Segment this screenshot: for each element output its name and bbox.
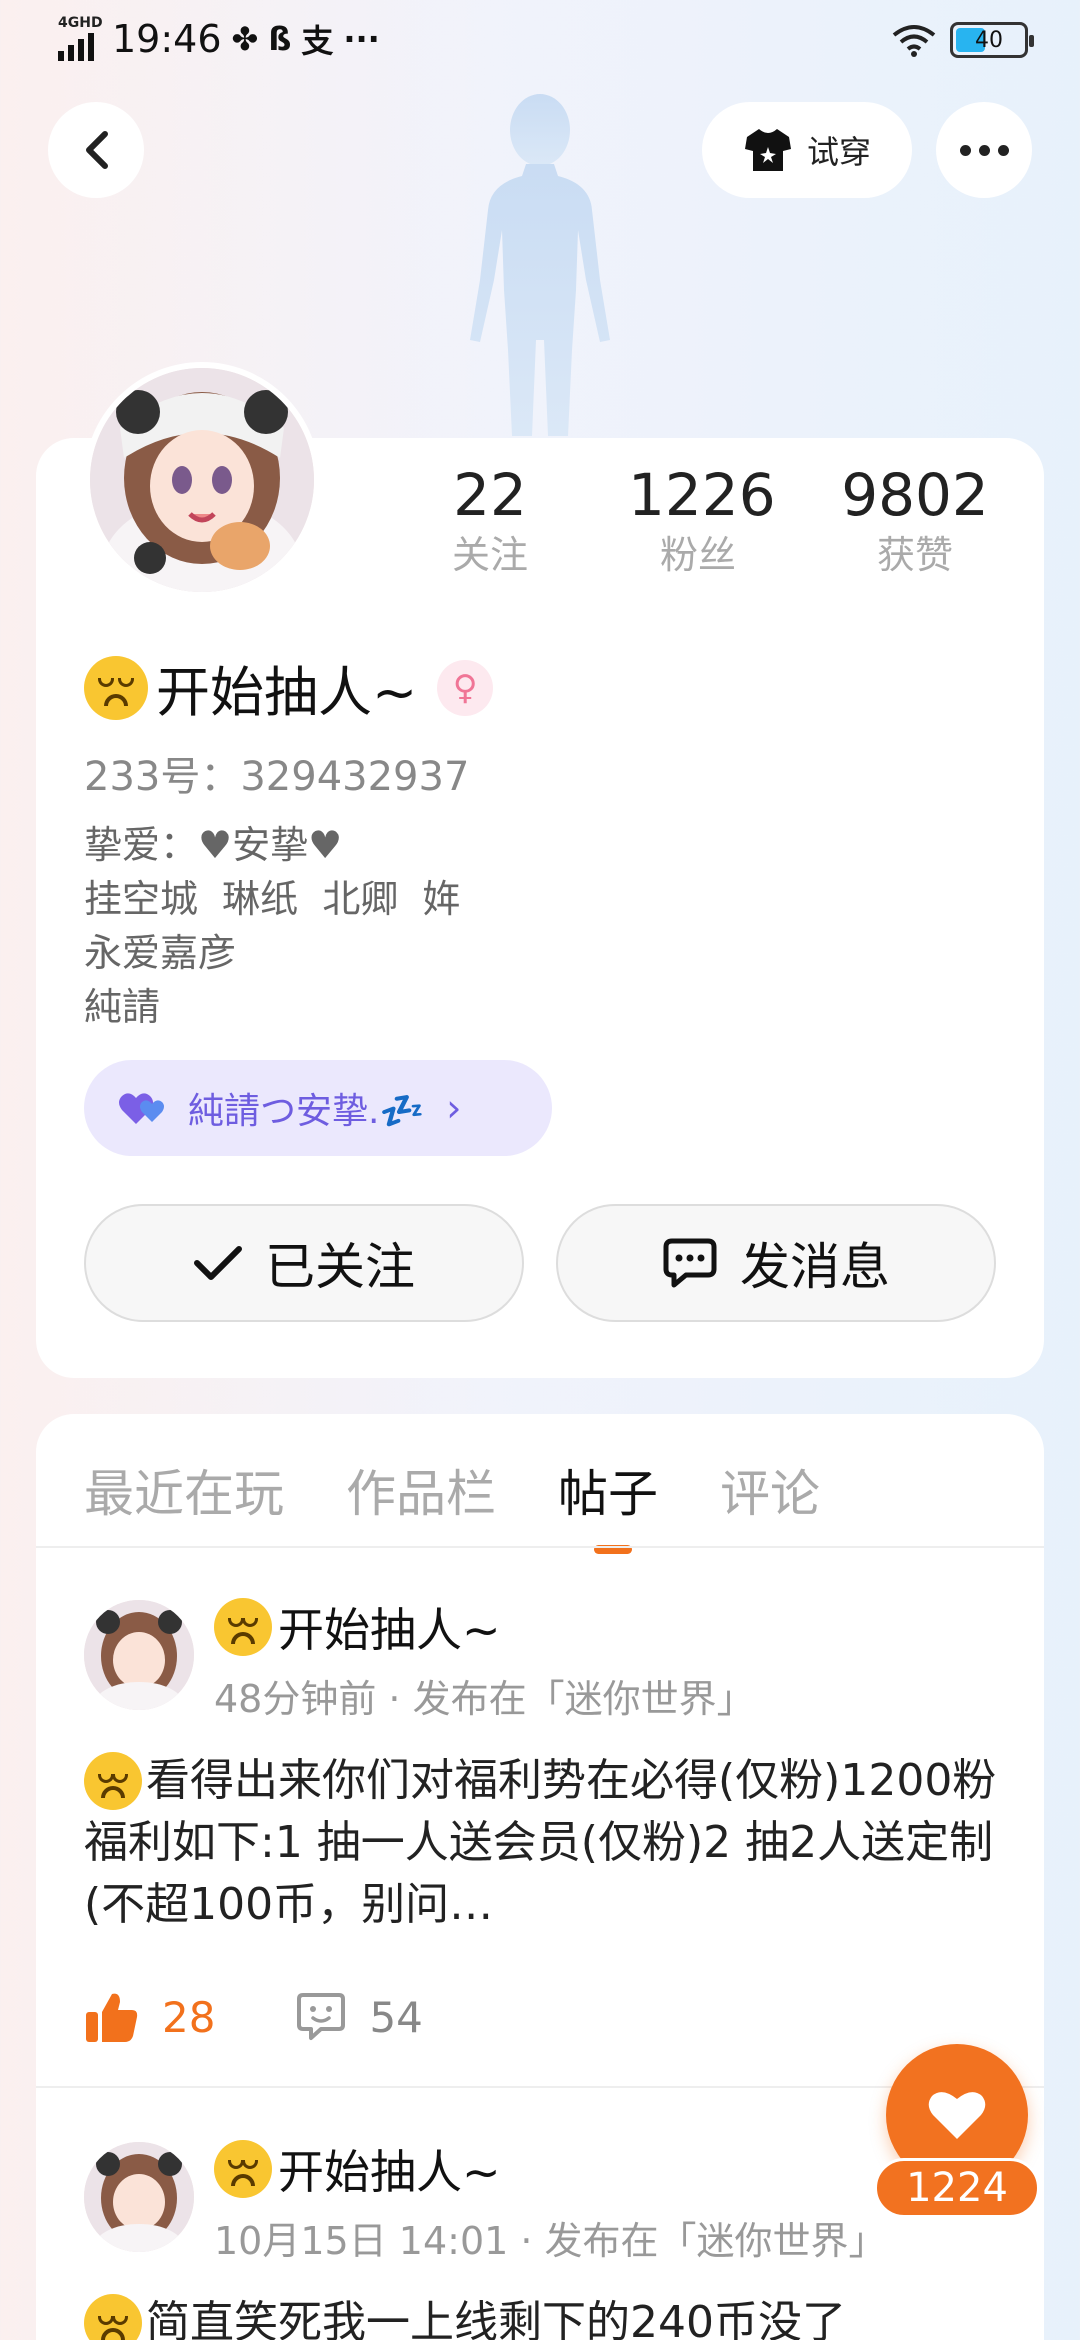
post-meta: 10月15日 14:01 · 发布在「迷你世界」 [214, 2219, 887, 2263]
back-button[interactable] [48, 102, 144, 198]
tab-recently-played[interactable]: 最近在玩 [84, 1454, 284, 1526]
send-message-button[interactable]: 发消息 [556, 1204, 996, 1322]
post-actions: 28 54 [84, 1990, 423, 2044]
status-bar: 4GHD 19:46 ✤ ß 支 ··· 40 [0, 0, 1080, 80]
followed-label: 已关注 [265, 1238, 415, 1296]
avatar-illustration [90, 368, 314, 592]
signal-icon [58, 33, 94, 61]
fan-chip-label: 純請つ安挚.💤 [188, 1091, 425, 1132]
name-row: 开始抽人~ ♀ [84, 648, 494, 727]
back-arrow-icon [86, 131, 108, 169]
female-gender-icon: ♀ [437, 659, 494, 716]
stat-following[interactable]: 22 关注 [420, 460, 560, 580]
app-notification-icon: ß [268, 20, 292, 58]
more-button[interactable] [936, 102, 1032, 198]
bio-line: 挂空城 琳纸 北卿 姩 [84, 877, 461, 921]
bio: 挚爱：♥安挚♥ 挂空城 琳纸 北卿 姩 永爱嘉彦 純請 [84, 818, 460, 1034]
stat-fans[interactable]: 1226 粉丝 [628, 460, 776, 580]
post-author[interactable]: 开始抽人~ [214, 1594, 501, 1660]
thumbs-up-icon[interactable] [84, 1990, 140, 2044]
send-message-label: 发消息 [740, 1238, 890, 1296]
upside-down-face-icon [214, 1598, 272, 1656]
post-author-avatar[interactable] [84, 1600, 194, 1710]
following-label: 关注 [451, 533, 528, 577]
more-notifications-icon: ··· [343, 20, 380, 58]
profile-avatar[interactable] [84, 362, 320, 598]
more-dots-icon [959, 144, 971, 156]
double-heart-icon [119, 1093, 164, 1124]
bio-line: 永爱嘉彦 [84, 931, 237, 975]
battery-icon: 40 [950, 22, 1034, 58]
pinwheel-icon: ✤ [231, 20, 259, 58]
profile-stats: 22 关注 1226 粉丝 9802 获赞 [420, 460, 1040, 580]
post-author-avatar[interactable] [84, 2142, 194, 2252]
tab-comments[interactable]: 评论 [720, 1454, 820, 1526]
tab-works[interactable]: 作品栏 [346, 1454, 496, 1526]
chevron-right-icon: › [446, 1086, 462, 1130]
fan-group-chip[interactable]: 純請つ安挚.💤 › [84, 1060, 552, 1156]
followed-button[interactable]: 已关注 [84, 1204, 524, 1322]
likes-label: 获赞 [876, 533, 953, 577]
tabs-divider [36, 1546, 1044, 1548]
likes-count: 9802 [841, 461, 989, 529]
chat-bubble-icon [663, 1238, 717, 1288]
comment-icon[interactable] [295, 1991, 347, 2043]
try-on-button[interactable]: 试穿 [702, 102, 912, 198]
floating-like-count: 1224 [874, 2158, 1040, 2218]
post-body[interactable]: 看得出来你们对福利势在必得(仅粉)1200粉福利如下:1 抽一人送会员(仅粉)2… [84, 1750, 1024, 1936]
post-author[interactable]: 开始抽人~ [214, 2136, 501, 2202]
post-author-name: 开始抽人~ [278, 2145, 501, 2199]
profile-tabs: 最近在玩 作品栏 帖子 评论 [84, 1454, 820, 1554]
shirt-icon [744, 129, 791, 171]
bio-line: 純請 [84, 985, 161, 1029]
avatar-3d-figure[interactable] [440, 80, 640, 440]
like-count: 28 [162, 1992, 216, 2042]
bio-line: 挚爱：♥安挚♥ [84, 823, 343, 867]
post-meta: 48分钟前 · 发布在「迷你世界」 [214, 1677, 755, 1721]
user-id[interactable]: 233号：329432937 [84, 744, 469, 802]
post-author-name: 开始抽人~ [278, 1603, 501, 1657]
checkmark-icon [194, 1246, 242, 1280]
wifi-icon [892, 25, 936, 57]
post-body[interactable]: 简直笑死我一上线剩下的240币没了 [84, 2292, 1024, 2340]
battery-level: 40 [975, 27, 1003, 53]
try-on-label: 试穿 [806, 133, 871, 171]
alipay-icon: 支 [301, 22, 334, 60]
user-name: 开始抽人~ [156, 661, 418, 724]
fans-label: 粉丝 [659, 533, 736, 577]
comment-count: 54 [369, 1992, 423, 2042]
following-count: 22 [453, 461, 527, 529]
heart-icon [928, 2092, 986, 2139]
upside-down-face-icon [214, 2140, 272, 2198]
stat-likes[interactable]: 9802 获赞 [840, 460, 990, 580]
status-time: 19:46 [112, 17, 222, 61]
fans-count: 1226 [628, 461, 776, 529]
tab-posts[interactable]: 帖子 [558, 1454, 658, 1554]
upside-down-face-icon [84, 655, 148, 720]
